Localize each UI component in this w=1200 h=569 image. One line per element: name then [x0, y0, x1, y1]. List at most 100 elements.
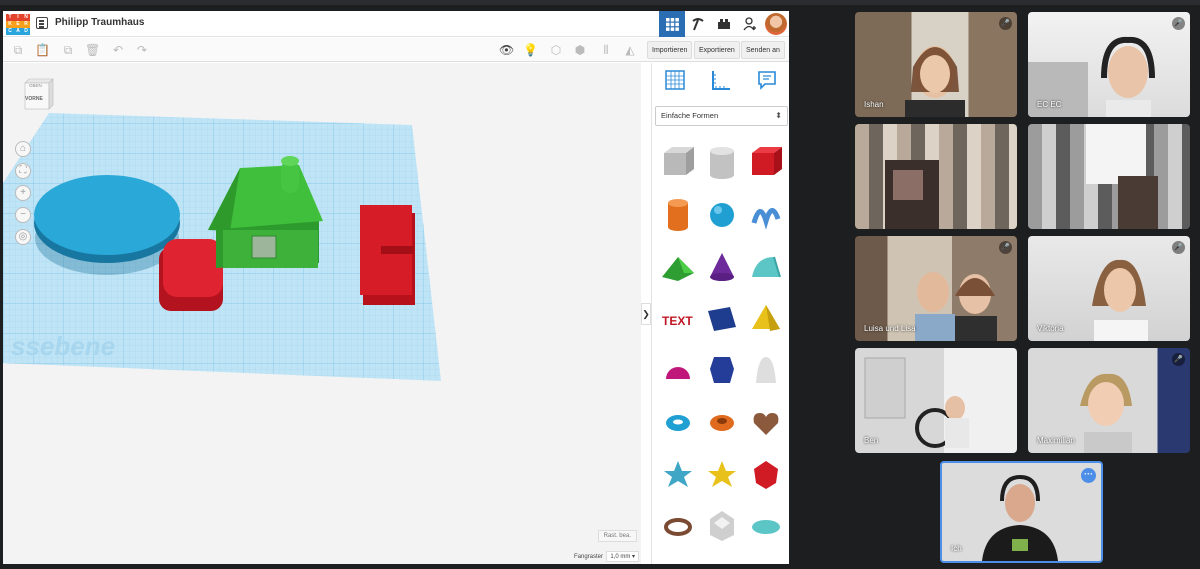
participant-name: Ben: [864, 436, 879, 445]
snap-grid-select[interactable]: 1,0 mm ▾: [606, 551, 639, 562]
shape-dodecahedron[interactable]: [700, 501, 744, 553]
design-list-icon[interactable]: [36, 17, 48, 29]
shape-cylinder[interactable]: [656, 189, 700, 241]
viewcube-top-label: OBEN: [29, 83, 42, 88]
shape-tube[interactable]: [700, 397, 744, 449]
video-tile[interactable]: EC EC 🎤: [1028, 12, 1190, 117]
video-tile[interactable]: [855, 124, 1017, 229]
pickaxe-icon[interactable]: [685, 11, 711, 37]
shape-torus[interactable]: [656, 397, 700, 449]
shape-roof[interactable]: [656, 241, 700, 293]
shape-star[interactable]: [656, 449, 700, 501]
roof-icon: [662, 257, 694, 281]
copy-icon[interactable]: ⧉: [11, 43, 25, 57]
workplane-grid[interactable]: ssebene: [3, 63, 641, 564]
duplicate-icon[interactable]: ⧉: [61, 43, 75, 57]
workplane-viewport[interactable]: ssebene OBEN VORNE ⌂ ⛶ + − ◎ Rast. bea. …: [3, 63, 641, 564]
grid-tab-icon[interactable]: [665, 69, 685, 95]
zoom-in-icon[interactable]: +: [15, 185, 31, 201]
video-tile[interactable]: Viktoria 🎤: [1028, 236, 1190, 341]
fit-view-icon[interactable]: ⛶: [15, 163, 31, 179]
shape-ring[interactable]: [656, 501, 700, 553]
dropdown-caret-icon: ⬍: [775, 111, 782, 120]
shape-pyramid[interactable]: [744, 293, 788, 345]
shape-box-striped[interactable]: [656, 137, 700, 189]
shape-polygon[interactable]: [700, 345, 744, 397]
zoom-out-icon[interactable]: −: [15, 207, 31, 223]
delete-icon[interactable]: 🗑: [85, 43, 100, 57]
grid-view-icon[interactable]: [659, 11, 685, 37]
shape-cone[interactable]: [700, 241, 744, 293]
video-tile[interactable]: Ishan 🎤: [855, 12, 1017, 117]
top-strip: [0, 0, 1200, 5]
view-cube[interactable]: OBEN VORNE: [21, 77, 55, 113]
logo-letter: A: [14, 28, 22, 35]
video-tile[interactable]: Ben: [855, 348, 1017, 453]
ungroup-icon[interactable]: ⬢: [573, 43, 587, 57]
import-button[interactable]: Importieren: [647, 41, 693, 59]
notes-tab-icon[interactable]: [757, 70, 777, 95]
light-bulb-icon[interactable]: 💡: [523, 43, 538, 57]
ellipsoid-icon: [752, 520, 780, 534]
logo-letter: D: [22, 28, 30, 35]
muted-mic-icon: 🎤: [1172, 241, 1185, 254]
shape-half-sphere[interactable]: [656, 345, 700, 397]
panel-tabs: [652, 63, 789, 101]
group-icon[interactable]: ⬡: [549, 43, 563, 57]
send-to-button[interactable]: Senden an: [741, 41, 785, 59]
collapse-panel-button[interactable]: ❯: [641, 303, 651, 325]
pyramid-icon: [752, 305, 780, 331]
shape-paraboloid[interactable]: [744, 345, 788, 397]
shape-category-value: Einfache Formen: [661, 111, 719, 120]
workplane-label: ssebene: [11, 331, 115, 361]
shape-text[interactable]: TEXT: [656, 293, 700, 345]
view-eye-icon[interactable]: 👁: [499, 43, 514, 57]
shape-cylinder-striped[interactable]: [700, 137, 744, 189]
more-options-icon[interactable]: ···: [1081, 468, 1096, 483]
shape-round-roof[interactable]: [744, 241, 788, 293]
participant-video: [864, 357, 969, 448]
shape-sphere[interactable]: [700, 189, 744, 241]
logo-letter: T: [6, 14, 14, 21]
header-actions: [659, 11, 789, 37]
participant-video: [885, 160, 939, 229]
shape-scribble[interactable]: [744, 189, 788, 241]
participant-name: Maximilian: [1037, 436, 1075, 445]
design-title[interactable]: Philipp Traumhaus: [55, 17, 144, 28]
paste-icon[interactable]: 📋: [35, 43, 50, 57]
participant-name: Luisa und Lisa: [864, 324, 916, 333]
cylinder-striped-icon: [710, 147, 734, 179]
shape-heart[interactable]: [744, 397, 788, 449]
shape-icosahedron[interactable]: [744, 449, 788, 501]
blocks-icon[interactable]: [711, 11, 737, 37]
shape-prism[interactable]: [700, 293, 744, 345]
align-icon[interactable]: ⫴: [599, 43, 613, 57]
home-view-icon[interactable]: ⌂: [15, 141, 31, 157]
shape-box[interactable]: [744, 137, 788, 189]
add-user-icon[interactable]: [737, 11, 763, 37]
edit-toolbar: ⧉ 📋 ⧉ 🗑 ↶ ↷ 👁 💡 ⬡ ⬢ ⫴ ◭ Importieren Expo…: [3, 38, 789, 62]
editor-header: TIN KER CAD Philipp Traumhaus: [3, 11, 789, 37]
logo-letter: I: [14, 14, 22, 21]
torus-icon: [666, 415, 690, 431]
self-video: [982, 474, 1058, 561]
cylinder-icon: [668, 199, 688, 231]
perspective-icon[interactable]: ◎: [15, 229, 31, 245]
self-view-tile[interactable]: Ich ···: [940, 461, 1103, 563]
tinkercad-logo[interactable]: TIN KER CAD: [6, 14, 30, 36]
edit-grid-button[interactable]: Rast. bea.: [597, 530, 637, 542]
redo-icon[interactable]: ↷: [135, 43, 149, 57]
video-tile[interactable]: [1028, 124, 1190, 229]
ruler-tab-icon[interactable]: [711, 70, 731, 95]
shape-star-3d[interactable]: [700, 449, 744, 501]
video-tile[interactable]: Maximilian 🎤: [1028, 348, 1190, 453]
logo-letter: C: [6, 28, 14, 35]
shape-ellipsoid[interactable]: [744, 501, 788, 553]
export-button[interactable]: Exportieren: [694, 41, 740, 59]
user-avatar[interactable]: [765, 13, 787, 35]
shape-category-select[interactable]: Einfache Formen ⬍: [655, 106, 788, 126]
text-icon: TEXT: [662, 314, 693, 328]
mirror-icon[interactable]: ◭: [623, 43, 637, 57]
undo-icon[interactable]: ↶: [111, 43, 125, 57]
video-tile[interactable]: Luisa und Lisa 🎤: [855, 236, 1017, 341]
